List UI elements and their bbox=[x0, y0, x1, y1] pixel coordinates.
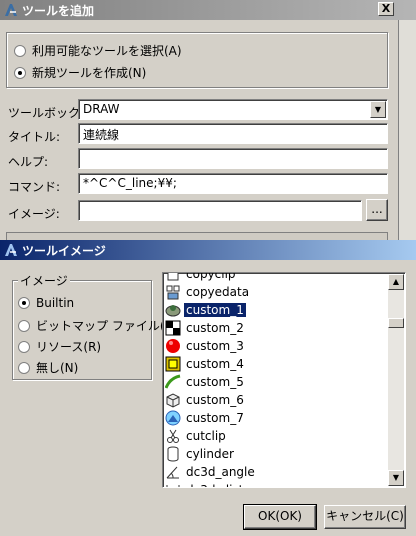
close-button[interactable]: X bbox=[378, 2, 394, 16]
list-item-label: custom_2 bbox=[186, 321, 244, 335]
list-item[interactable]: cutclip bbox=[165, 427, 228, 445]
browse-label: ... bbox=[371, 202, 383, 216]
radio-bitmap-file[interactable]: ビットマップ ファイル(F) bbox=[18, 317, 176, 334]
title-value: 連続線 bbox=[83, 128, 120, 142]
radio-icon bbox=[18, 361, 30, 374]
tool-image-titlebar[interactable]: ツールイメージ bbox=[0, 240, 416, 260]
ok-label: OK(OK) bbox=[258, 509, 302, 523]
list-item-label: custom_1 bbox=[183, 302, 247, 318]
custom-5-icon bbox=[165, 374, 181, 389]
list-item-label: dc3d_distance bbox=[184, 483, 274, 487]
radio-select-existing[interactable]: 利用可能なツールを選択(A) bbox=[14, 42, 182, 59]
list-item[interactable]: custom_4 bbox=[165, 355, 246, 373]
list-item-label: custom_3 bbox=[186, 339, 244, 353]
list-item-label: custom_4 bbox=[186, 357, 244, 371]
image-input[interactable] bbox=[78, 200, 362, 221]
cylinder-icon bbox=[167, 446, 179, 462]
image-group-label: イメージ bbox=[18, 272, 70, 289]
command-input[interactable]: *^C^C_line;¥¥; bbox=[78, 173, 388, 194]
list-item[interactable]: custom_2 bbox=[165, 319, 246, 337]
radio-icon bbox=[18, 340, 30, 353]
radio-icon bbox=[18, 319, 30, 332]
radio-create-new-label: 新規ツールを作成(N) bbox=[32, 66, 147, 80]
custom-2-icon bbox=[165, 320, 181, 336]
custom-4-icon bbox=[165, 356, 181, 372]
chevron-down-icon[interactable]: ▼ bbox=[370, 101, 386, 118]
command-label: コマンド: bbox=[8, 180, 61, 194]
tool-image-dialog: ツールイメージ イメージ Builtin ビットマップ ファイル(F) リソース… bbox=[0, 240, 416, 536]
add-tool-titlebar[interactable]: ツールを追加 bbox=[0, 0, 416, 20]
custom-3-icon bbox=[166, 339, 180, 353]
list-item[interactable]: custom_5 bbox=[165, 373, 246, 391]
title-input[interactable]: 連続線 bbox=[78, 123, 388, 144]
list-item-label: copyclip bbox=[186, 272, 236, 281]
list-item-label: custom_7 bbox=[186, 411, 244, 425]
image-label: イメージ: bbox=[8, 207, 60, 221]
list-item-label: dc3d_angle bbox=[186, 465, 255, 479]
radio-checked-icon bbox=[14, 66, 26, 79]
right-window-edge bbox=[398, 20, 416, 240]
custom-7-icon bbox=[165, 410, 181, 426]
app-icon bbox=[5, 4, 17, 16]
radio-resource-label: リソース(R) bbox=[36, 340, 102, 354]
radio-create-new[interactable]: 新規ツールを作成(N) bbox=[14, 64, 146, 81]
dc3d-angle-icon bbox=[166, 466, 179, 479]
custom-1-icon bbox=[165, 305, 181, 317]
dc3d-distance-icon bbox=[166, 485, 180, 487]
toolbox-select[interactable]: DRAW ▼ bbox=[78, 99, 388, 120]
custom-6-icon bbox=[166, 393, 180, 408]
list-item[interactable]: dc3d_distance bbox=[165, 481, 274, 487]
list-item[interactable]: custom_3 bbox=[165, 337, 246, 355]
cancel-button[interactable]: キャンセル(C) bbox=[324, 505, 406, 529]
partial-group-edge bbox=[6, 232, 388, 240]
ok-button[interactable]: OK(OK) bbox=[243, 504, 317, 530]
radio-none-label: 無し(N) bbox=[36, 361, 79, 375]
radio-builtin[interactable]: Builtin bbox=[18, 296, 74, 310]
title-label: タイトル: bbox=[8, 130, 61, 144]
add-tool-dialog: ツールを追加 X 利用可能なツールを選択(A) 新規ツールを作成(N) ツールボ… bbox=[0, 0, 416, 240]
tool-image-title: ツールイメージ bbox=[22, 243, 106, 258]
list-item-selected[interactable]: custom_1 bbox=[165, 301, 247, 319]
list-scrollbar[interactable]: ▲ ▼ bbox=[388, 274, 404, 486]
add-tool-title: ツールを追加 bbox=[22, 3, 95, 18]
list-item[interactable]: custom_7 bbox=[165, 409, 246, 427]
list-item-label: cutclip bbox=[186, 429, 226, 443]
list-item[interactable]: cylinder bbox=[165, 445, 236, 463]
list-item[interactable]: copyclip bbox=[165, 272, 238, 283]
list-item-label: custom_5 bbox=[186, 375, 244, 389]
browse-button[interactable]: ... bbox=[366, 199, 388, 221]
radio-resource[interactable]: リソース(R) bbox=[18, 338, 101, 355]
command-value: *^C^C_line;¥¥; bbox=[83, 176, 177, 190]
copyclip-icon bbox=[167, 273, 179, 281]
close-icon: X bbox=[381, 2, 391, 15]
list-item-label: cylinder bbox=[186, 447, 234, 461]
help-label: ヘルプ: bbox=[8, 155, 49, 169]
radio-builtin-label: Builtin bbox=[36, 296, 75, 310]
radio-none[interactable]: 無し(N) bbox=[18, 359, 78, 376]
list-item[interactable]: copyedata bbox=[165, 283, 251, 301]
radio-icon bbox=[14, 44, 26, 57]
radio-select-existing-label: 利用可能なツールを選択(A) bbox=[32, 44, 182, 58]
scroll-down-icon[interactable]: ▼ bbox=[388, 470, 404, 486]
image-listbox[interactable]: copyclip copyedata custom_1 custom_2 cus… bbox=[162, 272, 406, 488]
toolbox-value: DRAW bbox=[83, 102, 120, 116]
list-item[interactable]: custom_6 bbox=[165, 391, 246, 409]
help-input[interactable] bbox=[78, 148, 388, 169]
radio-checked-icon bbox=[18, 297, 30, 309]
app-icon bbox=[5, 244, 17, 256]
list-item-label: custom_6 bbox=[186, 393, 244, 407]
cutclip-icon bbox=[167, 429, 179, 443]
list-item[interactable]: dc3d_angle bbox=[165, 463, 257, 481]
radio-bitmap-file-label: ビットマップ ファイル(F) bbox=[36, 319, 177, 333]
copyedata-icon bbox=[166, 285, 180, 300]
cancel-label: キャンセル(C) bbox=[326, 509, 404, 523]
scroll-thumb[interactable] bbox=[388, 318, 404, 328]
list-item-label: copyedata bbox=[186, 285, 250, 299]
scroll-up-icon[interactable]: ▲ bbox=[388, 274, 404, 290]
